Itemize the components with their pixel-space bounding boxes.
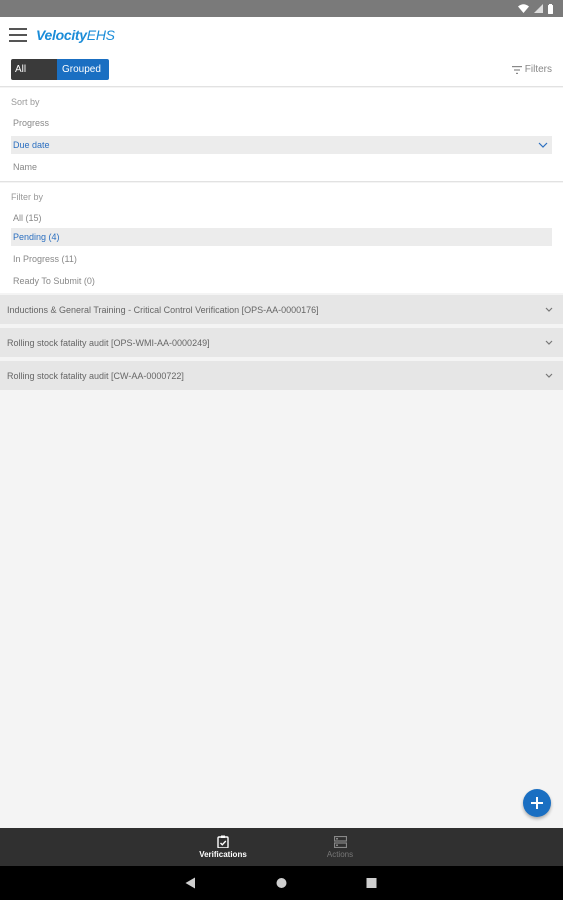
clipboard-check-icon xyxy=(217,835,229,848)
nav-verifications[interactable]: Verifications xyxy=(196,828,250,866)
wifi-icon xyxy=(518,4,529,13)
sort-option-progress[interactable]: Progress xyxy=(11,114,552,132)
bottom-navigation: Verifications Actions xyxy=(0,828,563,866)
sort-option-label: Due date xyxy=(13,140,50,150)
group-row[interactable]: Rolling stock fatality audit [CW-AA-0000… xyxy=(0,361,563,390)
toggle-all-button[interactable]: All xyxy=(11,59,57,80)
filter-by-label: Filter by xyxy=(11,192,44,202)
filters-label: Filters xyxy=(524,64,552,75)
filter-icon xyxy=(511,65,522,74)
filter-option-ready-to-submit[interactable]: Ready To Submit (0) xyxy=(11,272,552,290)
chevron-down-icon xyxy=(545,307,553,312)
toggle-grouped-button[interactable]: Grouped xyxy=(57,59,109,80)
chevron-down-icon xyxy=(545,373,553,378)
filters-button[interactable]: Filters xyxy=(511,64,552,75)
recents-icon[interactable] xyxy=(366,877,377,889)
group-row-title: Rolling stock fatality audit [CW-AA-0000… xyxy=(7,370,184,381)
system-nav-bar xyxy=(0,866,563,900)
group-row-title: Inductions & General Training - Critical… xyxy=(7,304,319,315)
home-icon[interactable] xyxy=(276,877,287,889)
nav-verifications-label: Verifications xyxy=(199,850,247,859)
add-button[interactable] xyxy=(523,789,551,817)
view-toolbar: All Grouped Filters xyxy=(0,53,563,87)
hamburger-menu-icon[interactable] xyxy=(9,28,27,42)
nav-actions[interactable]: Actions xyxy=(320,828,360,866)
chevron-down-icon xyxy=(545,340,553,345)
group-row-title: Rolling stock fatality audit [OPS-WMI-AA… xyxy=(7,337,210,348)
signal-icon xyxy=(534,4,543,13)
app-logo: VelocityEHS xyxy=(36,27,115,43)
battery-icon xyxy=(548,3,553,14)
logo-main: Velocity xyxy=(36,27,87,43)
status-bar xyxy=(0,0,563,17)
actions-list-icon xyxy=(333,835,347,848)
group-row[interactable]: Rolling stock fatality audit [OPS-WMI-AA… xyxy=(0,328,563,357)
filter-option-in-progress[interactable]: In Progress (11) xyxy=(11,250,552,268)
app-header: VelocityEHS xyxy=(0,17,563,53)
back-icon[interactable] xyxy=(185,877,196,889)
nav-actions-label: Actions xyxy=(326,849,354,859)
sort-option-name[interactable]: Name xyxy=(11,158,552,176)
filter-option-all[interactable]: All (15) xyxy=(11,209,552,227)
plus-icon xyxy=(531,797,543,809)
group-row[interactable]: Inductions & General Training - Critical… xyxy=(0,295,563,324)
sort-option-due-date[interactable]: Due date xyxy=(11,136,552,154)
logo-suffix: EHS xyxy=(86,27,115,43)
sort-by-label: Sort by xyxy=(11,97,40,107)
filter-option-pending[interactable]: Pending (4) xyxy=(11,228,552,246)
chevron-down-icon xyxy=(538,142,548,148)
filter-panel: Filter by All (15) Pending (4) In Progre… xyxy=(0,183,563,293)
view-toggle: All Grouped xyxy=(11,59,109,80)
sort-panel: Sort by Progress Due date Name xyxy=(0,88,563,182)
